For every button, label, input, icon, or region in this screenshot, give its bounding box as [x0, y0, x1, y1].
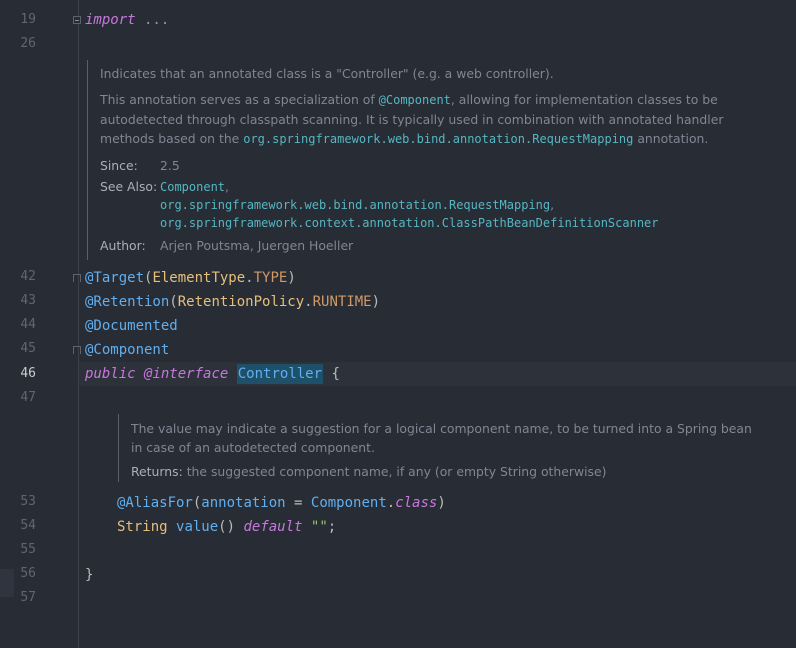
- doc-value-description: The value may indicate a suggestion for …: [131, 421, 752, 455]
- fold-annotations-icon[interactable]: [73, 274, 81, 282]
- doc-see-also-scanner[interactable]: org.springframework.context.annotation.C…: [160, 216, 659, 230]
- doc-summary: Indicates that an annotated class is a "…: [100, 66, 554, 81]
- doc-see-also-component[interactable]: Component: [160, 180, 225, 194]
- doc-description: This annotation serves as a specializati…: [100, 92, 724, 146]
- code-line-interface-declaration[interactable]: public @interface Controller {: [85, 364, 340, 384]
- selected-identifier-controller[interactable]: Controller: [236, 364, 324, 384]
- doc-returns-value: the suggested component name, if any (or…: [186, 464, 607, 479]
- doc-since: Since: 2.5: [100, 156, 740, 176]
- line-number: 57: [20, 590, 36, 605]
- doc-author-value: Arjen Poutsma, Juergen Hoeller: [160, 238, 354, 253]
- doc-link-component[interactable]: @Component: [379, 93, 451, 107]
- import-keyword: import: [85, 12, 136, 28]
- line-number: 53: [20, 494, 36, 509]
- folded-imports[interactable]: ...: [136, 12, 169, 28]
- line-number: 43: [20, 293, 36, 308]
- doc-link-requestmapping[interactable]: org.springframework.web.bind.annotation.…: [243, 132, 633, 146]
- code-line-import[interactable]: import ...: [85, 11, 169, 29]
- doc-returns: Returns: the suggested component name, i…: [131, 462, 761, 481]
- line-number: 54: [20, 518, 36, 533]
- line-number-current: 46: [20, 366, 36, 381]
- doc-see-also-requestmapping[interactable]: org.springframework.web.bind.annotation.…: [160, 198, 550, 212]
- fold-import-icon[interactable]: [73, 16, 81, 24]
- line-number: 45: [20, 341, 36, 356]
- line-number: 42: [20, 269, 36, 284]
- javadoc-controller: Indicates that an annotated class is a "…: [87, 60, 740, 260]
- line-number: 56: [20, 566, 36, 581]
- code-line-value-method[interactable]: String value() default "";: [117, 518, 336, 536]
- doc-returns-label: Returns:: [131, 464, 183, 479]
- code-line-target[interactable]: @Target(ElementType.TYPE): [85, 269, 296, 287]
- doc-author: Author: Arjen Poutsma, Juergen Hoeller: [100, 236, 740, 256]
- doc-see-also-label: See Also:: [100, 179, 158, 194]
- line-number: 47: [20, 390, 36, 405]
- code-line-aliasfor[interactable]: @AliasFor(annotation = Component.class): [117, 494, 446, 512]
- javadoc-value: The value may indicate a suggestion for …: [118, 414, 761, 482]
- code-line-close-brace[interactable]: }: [85, 566, 93, 584]
- doc-see-also: See Also: Component, org.springframework…: [100, 179, 659, 230]
- line-number: 44: [20, 317, 36, 332]
- line-number: 19: [20, 12, 36, 27]
- code-line-component[interactable]: @Component: [85, 341, 169, 359]
- code-line-retention[interactable]: @Retention(RetentionPolicy.RUNTIME): [85, 293, 380, 311]
- code-line-documented[interactable]: @Documented: [85, 317, 178, 335]
- doc-author-label: Author:: [100, 238, 146, 253]
- fold-component-icon[interactable]: [73, 346, 81, 354]
- line-number: 26: [20, 36, 36, 51]
- doc-since-label: Since:: [100, 158, 138, 173]
- line-number: 55: [20, 542, 36, 557]
- doc-since-value: 2.5: [160, 158, 180, 173]
